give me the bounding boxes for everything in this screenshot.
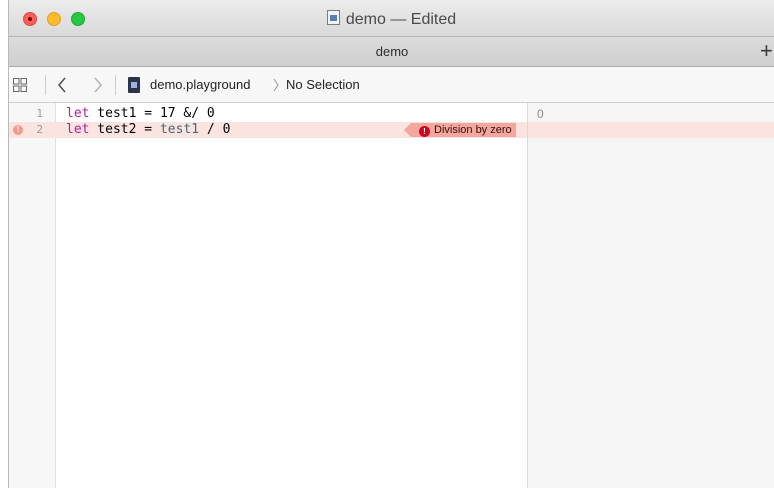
error-badge[interactable]: ! Division by zero <box>404 123 516 137</box>
code-token: test2 = <box>89 122 160 137</box>
xcode-window: demo — Edited demo + demo.playground No … <box>8 0 774 488</box>
document-icon[interactable] <box>326 10 340 25</box>
tab-bar: demo + <box>9 36 774 67</box>
title-bar[interactable]: demo — Edited <box>9 0 774 36</box>
identifier-token: test1 <box>159 122 200 137</box>
breadcrumb-chevron-icon <box>273 78 279 92</box>
line-number: 1 <box>36 107 43 120</box>
code-token: / <box>199 122 223 137</box>
result-value[interactable] <box>528 122 774 138</box>
window-title: demo — Edited <box>9 10 774 30</box>
jump-bar: demo.playground No Selection <box>9 67 774 103</box>
error-message: Division by zero <box>434 124 512 136</box>
window-title-text: demo — Edited <box>345 11 457 28</box>
code-text[interactable]: let test2 = test1 / 0 <box>66 122 230 138</box>
keyword-token: let <box>66 106 90 121</box>
code-token: &/ <box>175 106 207 121</box>
number-token: 17 <box>159 106 176 121</box>
tab-demo[interactable]: demo <box>9 44 774 59</box>
jumpbar-divider <box>115 75 116 95</box>
playground-file-icon <box>128 77 140 93</box>
line-number: 2 <box>36 123 43 136</box>
breadcrumb-file[interactable]: demo.playground <box>150 77 250 92</box>
breadcrumb-selection[interactable]: No Selection <box>286 77 360 92</box>
code-token: test1 = <box>89 106 160 121</box>
back-button[interactable] <box>57 76 67 94</box>
code-text[interactable]: let test1 = 17 &/ 0 <box>66 106 215 122</box>
results-sidebar[interactable]: 0 <box>527 103 774 488</box>
add-tab-button[interactable]: + <box>760 39 774 63</box>
forward-button[interactable] <box>93 76 103 94</box>
related-items-grid-icon[interactable] <box>13 78 27 92</box>
keyword-token: let <box>66 122 90 137</box>
jumpbar-divider <box>45 75 46 95</box>
number-token: 0 <box>222 122 231 137</box>
code-editor[interactable]: 1 let test1 = 17 &/ 0 ! 2 let test2 = te… <box>9 103 774 488</box>
error-icon: ! <box>419 126 430 137</box>
line-number-gutter[interactable] <box>9 103 56 488</box>
result-value[interactable]: 0 <box>528 106 774 122</box>
number-token: 0 <box>206 106 215 121</box>
